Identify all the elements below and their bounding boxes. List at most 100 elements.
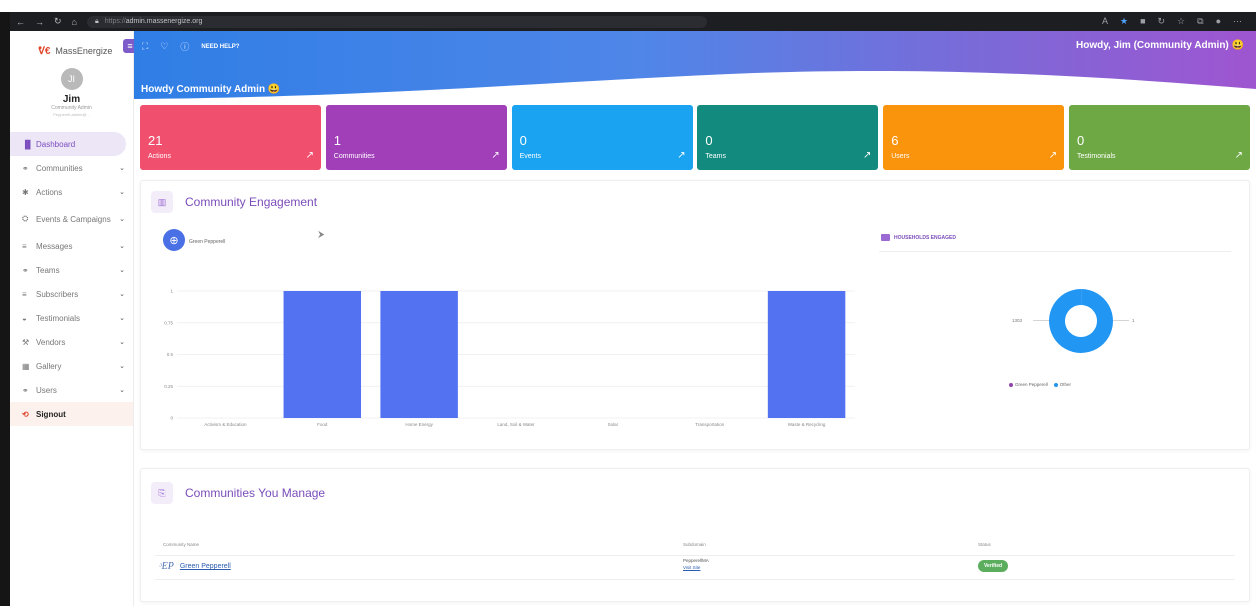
stat-card-teams[interactable]: 0 Teams ↗ [697, 105, 879, 170]
address-bar[interactable]: 🔒︎ https://admin.massenergize.org [86, 15, 707, 28]
sidebar-item-vendors[interactable]: ⚒ Vendors ⌄ [10, 330, 133, 354]
stat-card-testimonials[interactable]: 0 Testimonials ↗ [1069, 105, 1250, 170]
y-tick-label: 1 [170, 289, 173, 294]
y-tick-label: 0.5 [167, 352, 174, 357]
chevron-down-icon[interactable]: ⌄ [119, 215, 125, 223]
x-tick-label: Activism & Education [204, 422, 247, 427]
fullscreen-icon[interactable]: ⛶ [142, 41, 148, 52]
sidebar-item-signout[interactable]: ⟲ Signout [10, 402, 133, 426]
collections-icon[interactable]: ⧉ [1197, 16, 1203, 27]
x-tick-label: Food [317, 422, 328, 427]
lock-icon: 🔒︎ [94, 17, 99, 25]
households-label: HOUSEHOLDS ENGAGED [894, 234, 956, 241]
stat-label: Teams [705, 153, 727, 160]
chevron-down-icon[interactable]: ⌄ [119, 290, 125, 298]
communities-icon: ⚭ [22, 163, 29, 173]
col-status[interactable]: Status [978, 542, 991, 547]
chevron-down-icon[interactable]: ⌄ [119, 314, 125, 322]
legend-dot [1009, 382, 1013, 387]
communities-title: Communities You Manage [185, 486, 326, 500]
refresh-icon[interactable]: ↻ [1158, 16, 1166, 27]
sidebar-item-testimonials[interactable]: ◒ Testimonials ⌄ [10, 306, 133, 330]
legend-item[interactable]: Green Pepperell [1009, 382, 1048, 387]
bar[interactable] [380, 291, 458, 418]
extensions-icon[interactable]: ■ [1140, 16, 1145, 27]
legend-dot [1053, 382, 1058, 387]
reader-icon[interactable]: A [1102, 16, 1108, 27]
reload-icon[interactable]: ↻ [54, 16, 62, 27]
stat-card-users[interactable]: 6 Users ↗ [883, 105, 1065, 170]
stat-card-communities[interactable]: 1 Communities ↗ [325, 105, 507, 170]
x-tick-label: Waste & Recycling [788, 422, 826, 427]
col-subdomain[interactable]: Subdomain [683, 542, 706, 547]
y-tick-label: 0.25 [164, 384, 173, 389]
community-name-link[interactable]: Green Pepperell [180, 563, 231, 570]
trending-up-icon: ↗ [1234, 150, 1243, 161]
chevron-down-icon[interactable]: ⌄ [119, 242, 125, 250]
chevron-down-icon[interactable]: ⌄ [119, 386, 125, 394]
url-scheme: https:// [104, 18, 126, 25]
legend-label: Other [1059, 382, 1072, 387]
legend-item[interactable]: Other [1053, 382, 1072, 387]
mouse-cursor-icon: ⮞ [318, 229, 325, 239]
help-icon[interactable]: ⓘ [180, 40, 189, 53]
x-tick-label: Land, Soil & Water [497, 422, 535, 427]
communities-panel: ⎘ Communities You Manage Community Name … [140, 468, 1250, 602]
stat-label: Testimonials [1077, 153, 1116, 160]
donut-legend: Green Pepperell Other [1009, 382, 1071, 387]
need-help-link[interactable]: NEED HELP? [201, 44, 239, 50]
sidebar-item-teams[interactable]: ⚭ Teams ⌄ [10, 258, 133, 282]
sidebar-item-gallery[interactable]: ▦ Gallery ⌄ [10, 354, 133, 378]
sidebar-item-communities[interactable]: ⚭ Communities ⌄ [10, 156, 133, 180]
teams-icon: ⚭ [22, 265, 29, 275]
favorite-star-icon[interactable]: ★ [1120, 16, 1128, 27]
profile-icon[interactable]: ● [1216, 16, 1221, 27]
bar[interactable] [767, 291, 846, 418]
forward-icon[interactable]: → [35, 17, 44, 27]
donut-value-label: 1 [1132, 318, 1135, 323]
users-icon: ⚭ [22, 385, 29, 395]
col-community-name[interactable]: Community Name [163, 542, 199, 547]
x-tick-label: Transportation [695, 422, 724, 427]
stat-value: 6 [891, 133, 899, 148]
stat-value: 1 [333, 133, 342, 148]
window-frame [0, 12, 10, 606]
avatar[interactable]: JI [60, 68, 83, 90]
browser-toolbar: ← → ↻ ⌂ 🔒︎ https://admin.massenergize.or… [0, 12, 1256, 31]
sidebar-item-messages[interactable]: ≡ Messages ⌄ [10, 234, 133, 258]
sidebar-item-dashboard[interactable]: ▐▌ Dashboard [10, 132, 126, 156]
visit-site-link[interactable]: Visit Site [683, 565, 700, 570]
chevron-down-icon[interactable]: ⌄ [119, 164, 125, 172]
sidebar-item-events-campaigns[interactable]: ⛭ Events & Campaigns ⌄ [10, 204, 133, 234]
y-tick-label: 0 [170, 416, 173, 421]
engagement-panel: ▥ Community Engagement ⊕ Green Pepperell… [140, 180, 1250, 450]
stat-card-events[interactable]: 0 Events ↗ [511, 105, 693, 170]
more-icon[interactable]: ⋯ [1233, 16, 1242, 27]
chevron-down-icon[interactable]: ⌄ [119, 266, 125, 274]
stat-value: 0 [519, 133, 527, 148]
brand-logo: ᕓ€ [38, 45, 51, 57]
brand[interactable]: ᕓ€ MassEnergize [10, 31, 133, 61]
account-menu[interactable]: Howdy, Jim (Community Admin) 😃 [1076, 40, 1244, 51]
stat-value: 0 [1077, 133, 1085, 148]
back-icon[interactable]: ← [16, 17, 25, 27]
sidebar-item-label: Dashboard [36, 139, 76, 149]
stat-card-actions[interactable]: 21 Actions ↗ [140, 105, 321, 170]
sidebar: ᕓ€ MassEnergize ≡ JI Jim Community Admin… [10, 31, 137, 606]
home-icon[interactable]: ⌂ [72, 17, 77, 27]
sidebar-item-users[interactable]: ⚭ Users ⌄ [10, 378, 133, 402]
donut-slice[interactable] [1048, 289, 1113, 353]
favorites-icon[interactable]: ☆ [1177, 16, 1185, 27]
chevron-down-icon[interactable]: ⌄ [119, 362, 125, 370]
status-badge: Verified [978, 560, 1009, 572]
table-divider [155, 555, 1235, 556]
sidebar-item-subscribers[interactable]: ≡ Subscribers ⌄ [10, 282, 133, 306]
lightbulb-icon[interactable]: ♡ [160, 41, 168, 52]
sidebar-nav: ▐▌ Dashboard ⚭ Communities ⌄ ✱ Actions ⌄ ⛭ Events… [10, 132, 133, 426]
bar[interactable] [283, 291, 362, 418]
chevron-down-icon[interactable]: ⌄ [119, 188, 125, 196]
sidebar-item-actions[interactable]: ✱ Actions ⌄ [10, 180, 133, 204]
actions-icon: ✱ [22, 187, 29, 197]
chevron-down-icon[interactable]: ⌄ [119, 338, 125, 346]
y-tick-label: 0.75 [164, 320, 173, 325]
